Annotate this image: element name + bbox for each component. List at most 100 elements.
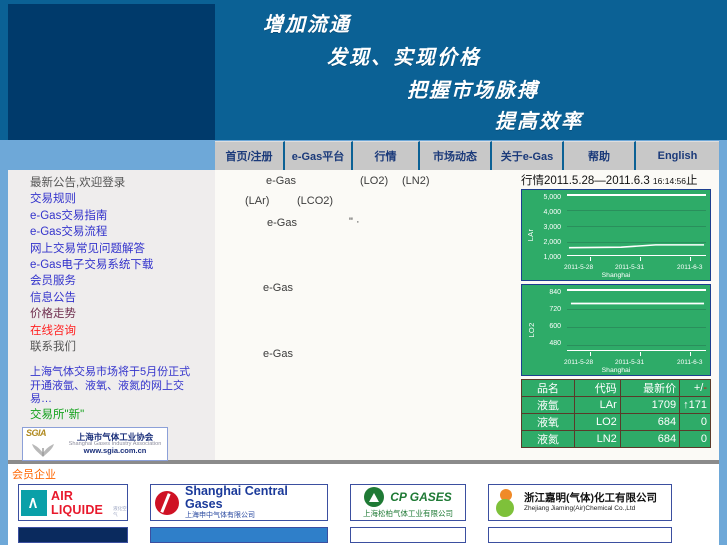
shanghai-central-gases-text: Shanghai Central Gases 上海申中气体有限公司 [185,484,327,520]
chart-lo2-xtickmark-1 [640,352,641,356]
member-logo-grid-row2 [8,527,719,543]
chart-lar-series [568,244,705,249]
sidebar-item-faq[interactable]: 网上交易常见问题解答 [30,241,215,257]
price-row-2-name: 液氮 [521,430,575,448]
sidebar-item-client-download[interactable]: e-Gas电子交易系统下载 [30,257,215,273]
market-title-suffix: 止 [686,175,698,187]
cp-gases-wrap: CP GASES 上海松柏气体工业有限公司 [351,486,465,519]
logo-row2-item-3[interactable] [350,527,466,543]
center-ln2-label: (LN2) [402,175,430,187]
price-row-1-name: 液氧 [521,413,575,431]
footer-members: 会员企业 AIR LIQUIDE 液化空气 Shanghai Central G… [8,462,719,547]
nav-about-egas[interactable]: 关于e-Gas [492,141,564,170]
content-area: 最新公告,欢迎登录 交易规则 e-Gas交易指南 e-Gas交易流程 网上交易常… [8,170,719,462]
site-header: 增加流通 发现、实现价格 把握市场脉搏 提高效率 [0,0,727,140]
nav-quotes[interactable]: 行情 [353,141,420,170]
footer-title: 会员企业 [12,469,56,481]
market-title-prefix: 行情 [521,175,544,187]
logo-air-liquide[interactable]: AIR LIQUIDE 液化空气 [18,484,128,521]
zhejiang-jiaming-green-dot-icon [496,498,514,517]
price-row-2-code: LN2 [573,430,621,448]
price-header-price: 最新价 [619,379,681,397]
member-logo-grid: AIR LIQUIDE 液化空气 Shanghai Central Gases … [8,484,719,521]
price-row-0-code: LAr [573,396,621,414]
nav-market-news[interactable]: 市场动态 [420,141,492,170]
chart-lar-yticks: 5,000 4,000 3,000 2,000 1,000 [531,194,563,261]
table-row[interactable]: 液氧 LO2 684 0 [521,413,711,431]
air-liquide-wordmark: AIR LIQUIDE [51,488,104,517]
chart-lar-ytick-3: 2,000 [543,239,561,246]
chart-lo2-xtickmark-2 [690,352,691,356]
sidebar-item-trading-rules[interactable]: 交易规则 [30,191,215,207]
chart-lar-ytick-4: 1,000 [543,254,561,261]
sidebar-announcement-text: 上海气体交易市场将于5月份正式开通液氩、液氧、液氮的网上交易… [30,366,191,406]
shanghai-central-gases-en: Shanghai Central Gases [185,484,288,512]
sidebar-item-trading-guide[interactable]: e-Gas交易指南 [30,208,215,224]
chart-lar-xtick-1: 2011-5-31 [615,264,645,271]
nav-english[interactable]: English [636,141,719,170]
zhejiang-jiaming-text: 浙江嘉明(气体)化工有限公司 Zhejiang Jiaming(Air)Chem… [524,492,657,513]
sidebar-quote-text: 交易所"新" [30,408,85,421]
chart-lo2-ytick-0: 840 [549,289,561,296]
chart-lo2-ytick-2: 600 [549,323,561,330]
cp-gases-row: CP GASES [364,486,452,507]
air-liquide-icon [21,489,47,516]
market-date-range: 2011.5.28—2011.6.3 [544,175,650,187]
logo-row2-item-2[interactable] [150,527,328,543]
center-egas-3: e-Gas [263,282,293,294]
market-panel: 行情2011.5.28—2011.6.3 16:14:56止 LAr 5,000… [519,170,719,462]
zhejiang-jiaming-cn: 浙江嘉明(气体)化工有限公司 [524,491,657,504]
shanghai-central-gases-icon [155,490,179,515]
chart-lo2-series [570,302,705,305]
center-content: e-Gas (LO2) (LN2) (LAr) (LCO2) e-Gas " ·… [215,170,519,462]
chart-lo2-xlabel: Shanghai [601,367,631,374]
nav-help[interactable]: 帮助 [564,141,636,170]
table-row[interactable]: 液氮 LN2 684 0 [521,430,711,448]
sidebar-item-notices[interactable]: 信息公告 [30,290,215,306]
price-row-2-price: 684 [619,430,681,448]
price-row-1-change: 0 [679,413,711,431]
cp-gases-cn: 上海松柏气体工业有限公司 [363,508,453,518]
nav-home-register[interactable]: 首页/注册 [215,141,285,170]
chart-lo2: LO2 840 720 600 480 2011-5-28 2011-5-31 … [521,284,711,376]
air-liquide-subtext: 液化空气 [113,506,127,517]
sidebar-item-contact-us[interactable]: 联系我们 [30,339,215,355]
logo-row2-item-1[interactable] [18,527,128,543]
chart-lar-xtick-2: 2011-6-3 [677,264,703,271]
logo-shanghai-central-gases[interactable]: Shanghai Central Gases 上海申中气体有限公司 [150,484,328,521]
price-row-0-price: 1709 [619,396,681,414]
market-time: 16:14:56 [652,176,687,186]
sidebar-link-list: 最新公告,欢迎登录 交易规则 e-Gas交易指南 e-Gas交易流程 网上交易常… [8,170,215,423]
chart-lar-xlabel: Shanghai [601,272,631,279]
banner-line-3: 把握市场脉搏 [407,80,539,102]
sgia-leaf-icon [32,443,54,457]
logo-cp-gases[interactable]: CP GASES 上海松柏气体工业有限公司 [350,484,466,521]
price-header-name: 品名 [521,379,575,397]
center-egas-1: e-Gas [266,175,296,187]
chart-lar-plot [567,194,706,256]
chart-lar-xtickmark-1 [640,257,641,261]
chart-lo2-xtick-0: 2011-5-28 [564,359,594,366]
sidebar-item-online-consult[interactable]: 在线咨询 [30,323,215,339]
center-egas-2: e-Gas [267,217,297,229]
zhejiang-jiaming-icon [495,488,517,518]
header-logo-panel [8,4,215,140]
nav-egas-platform[interactable]: e-Gas平台 [285,141,353,170]
sgia-text-block: 上海市气体工业协会 Shanghai Gases Industry Associ… [63,432,167,456]
cp-gases-en: CP GASES [390,489,452,504]
sidebar-item-member-service[interactable]: 会员服务 [30,273,215,289]
sidebar-item-trading-process[interactable]: e-Gas交易流程 [30,224,215,240]
price-row-0-name: 液氩 [521,396,575,414]
sidebar-item-announcement[interactable]: 最新公告,欢迎登录 [30,175,215,191]
center-lo2-label: (LO2) [360,175,389,187]
price-row-1-code: LO2 [573,413,621,431]
chart-lo2-xaxis [567,350,706,351]
logo-row2-item-4[interactable] [488,527,672,543]
logo-zhejiang-jiaming[interactable]: 浙江嘉明(气体)化工有限公司 Zhejiang Jiaming(Air)Chem… [488,484,672,521]
sidebar-item-price-trend[interactable]: 价格走势 [30,306,215,322]
banner-line-4: 提高效率 [495,111,583,133]
table-row[interactable]: 液氩 LAr 1709 ↑171 [521,396,711,414]
chart-lar-xtick-0: 2011-5-28 [564,264,594,271]
chart-lar-ytick-1: 4,000 [543,209,561,216]
sgia-association-badge[interactable]: SGIA 上海市气体工业协会 Shanghai Gases Industry A… [22,426,168,461]
